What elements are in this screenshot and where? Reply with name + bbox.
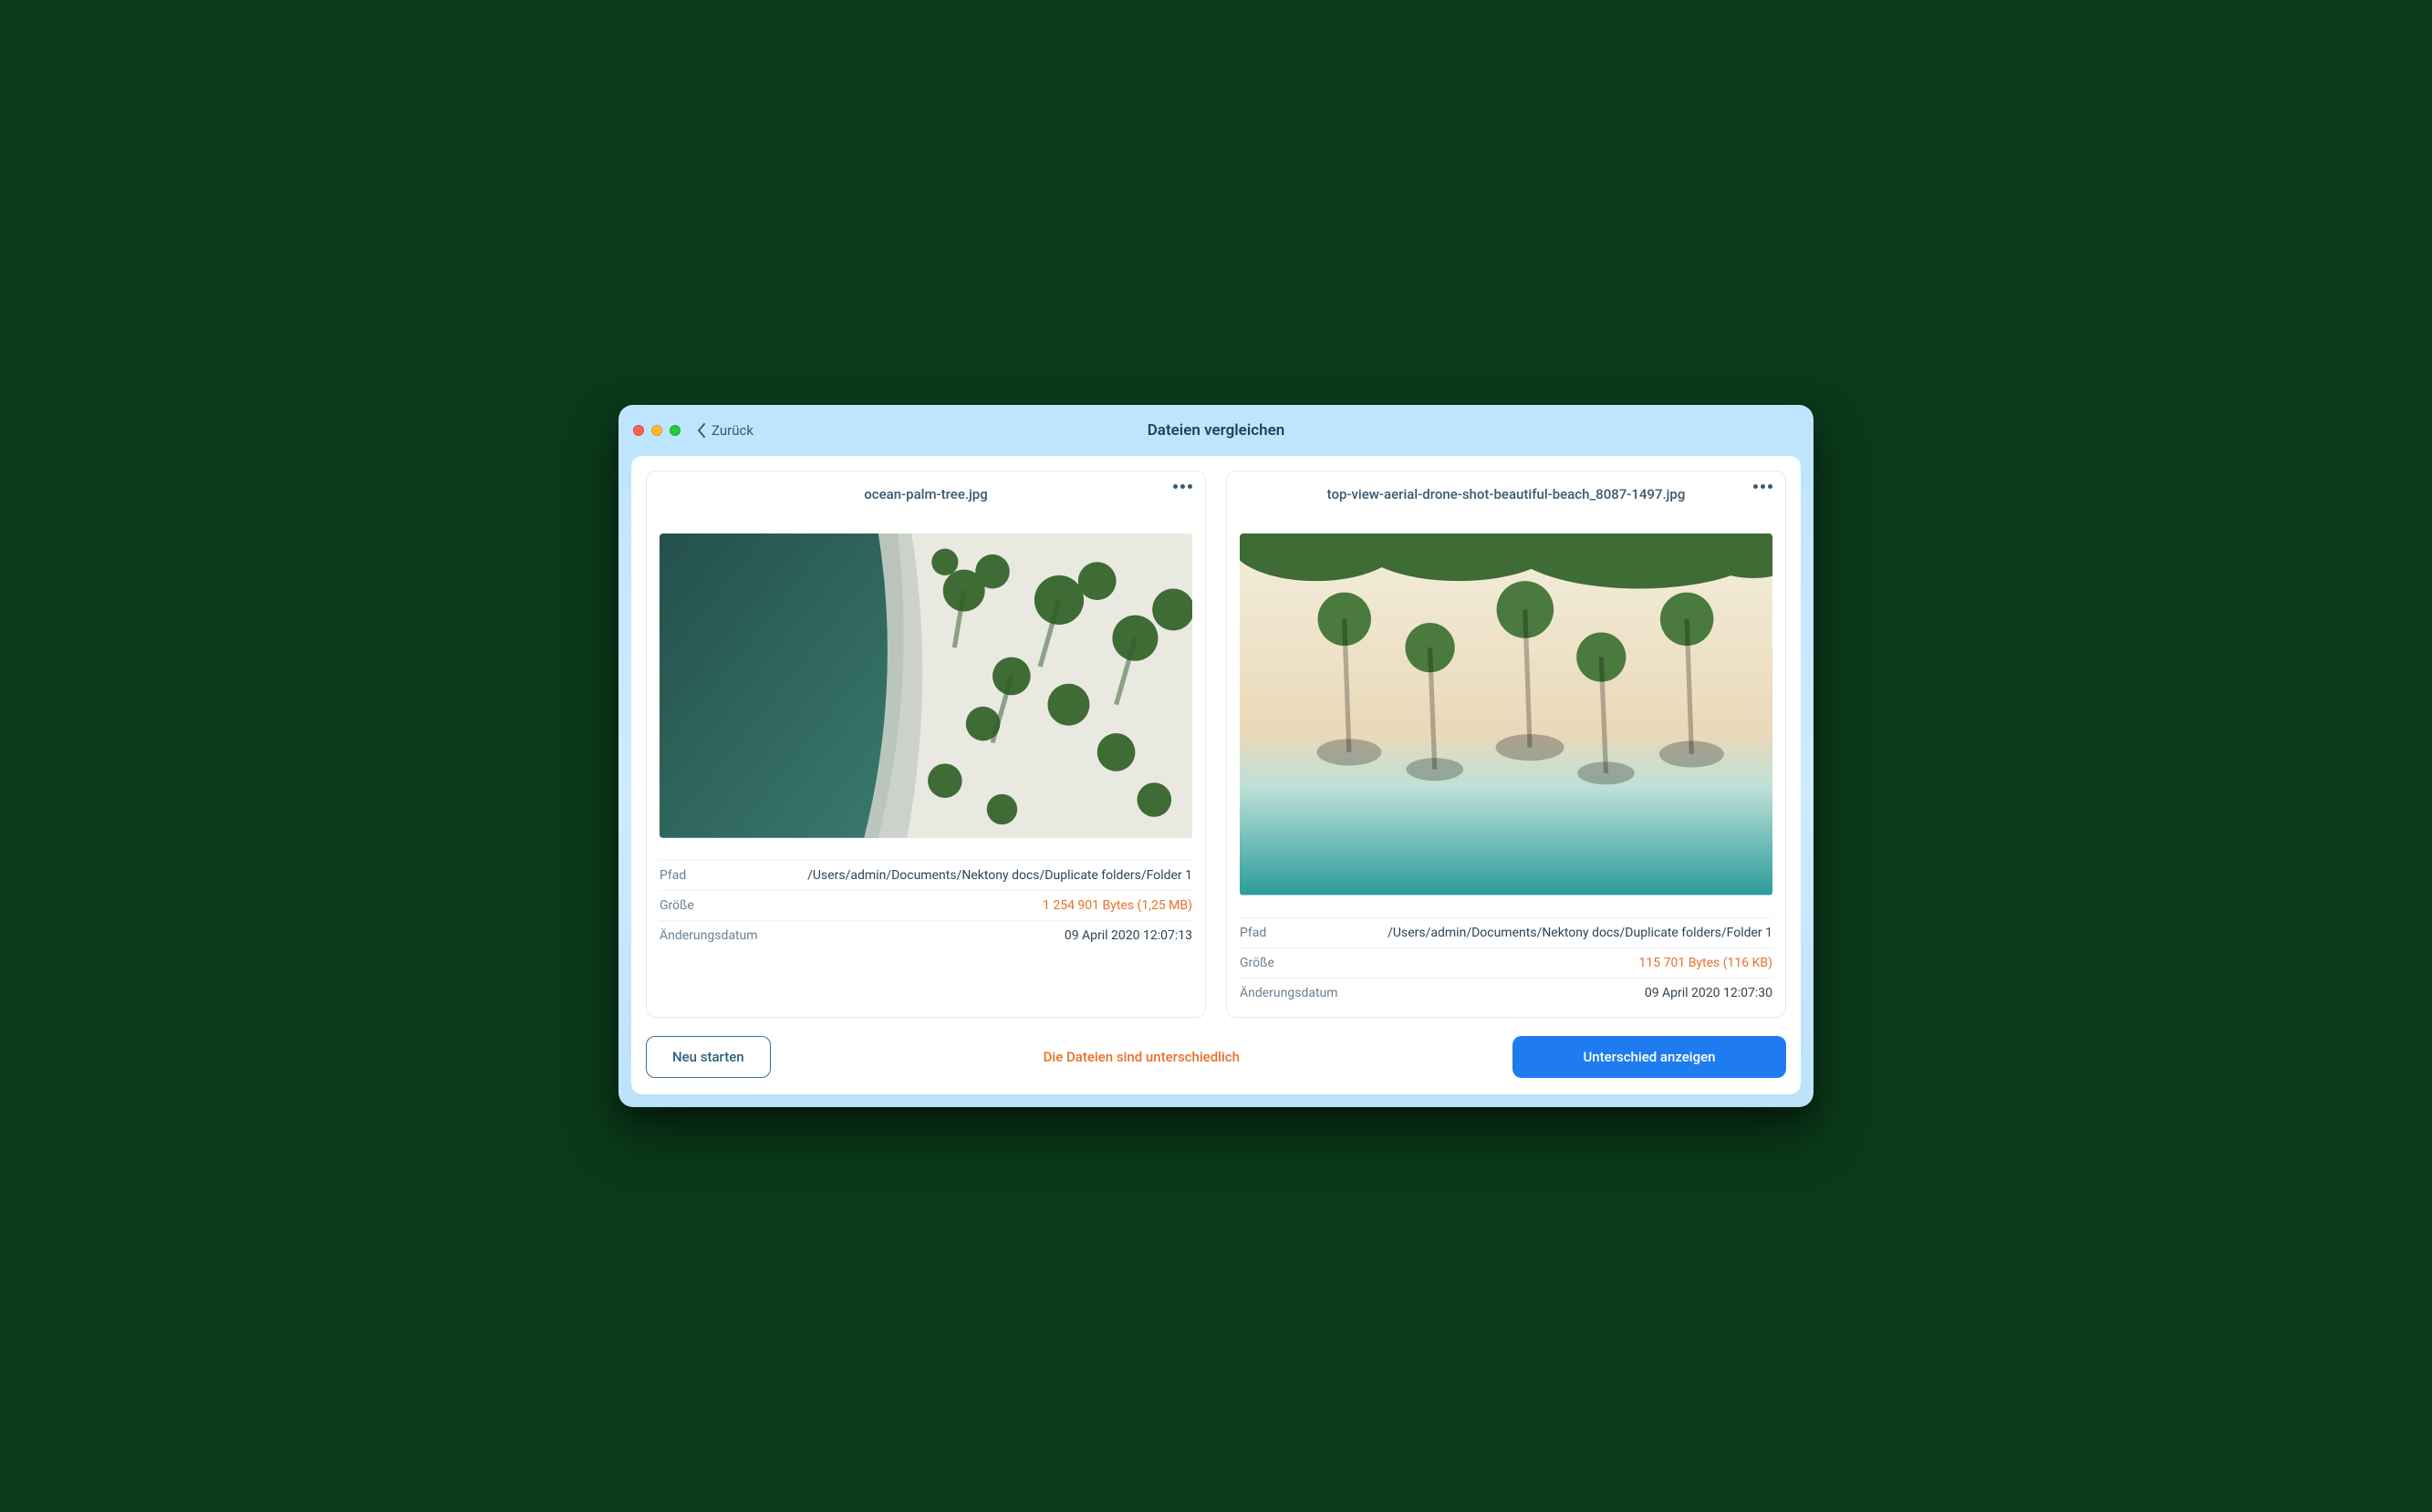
titlebar: Zurück Dateien vergleichen (618, 405, 1814, 456)
card-header: ocean-palm-tree.jpg (660, 484, 1192, 504)
meta-value-size: 115 701 Bytes (116 KB) (1639, 956, 1772, 970)
meta-label-modified: Änderungsdatum (660, 928, 758, 943)
meta-value-modified: 09 April 2020 12:07:30 (1645, 986, 1772, 1000)
file-card-right: top-view-aerial-drone-shot-beautiful-bea… (1226, 471, 1786, 1017)
more-options-button[interactable] (1173, 484, 1192, 489)
meta-label-size: Größe (1240, 956, 1274, 970)
ellipsis-icon (1753, 484, 1758, 489)
meta-label-size: Größe (660, 898, 694, 913)
window-title: Dateien vergleichen (618, 421, 1814, 440)
meta-path-row: Pfad /Users/admin/Documents/Nektony docs… (660, 860, 1192, 890)
file-name: top-view-aerial-drone-shot-beautiful-bea… (1240, 486, 1772, 502)
ellipsis-icon (1768, 484, 1772, 489)
meta-label-path: Pfad (660, 868, 686, 883)
ellipsis-icon (1173, 484, 1178, 489)
meta-label-path: Pfad (1240, 926, 1266, 940)
meta-value-path: /Users/admin/Documents/Nektony docs/Dupl… (1387, 926, 1772, 940)
app-window: Zurück Dateien vergleichen ocean-palm-tr… (618, 405, 1814, 1106)
close-window-button[interactable] (633, 425, 644, 436)
minimize-window-button[interactable] (651, 425, 662, 436)
window-controls (633, 425, 681, 436)
ellipsis-icon (1180, 484, 1185, 489)
compare-cards: ocean-palm-tree.jpg (646, 471, 1786, 1017)
chevron-left-icon (697, 423, 706, 438)
maximize-window-button[interactable] (670, 425, 681, 436)
image-preview (1240, 533, 1772, 895)
file-name: ocean-palm-tree.jpg (660, 486, 1192, 502)
meta-modified-row: Änderungsdatum 09 April 2020 12:07:13 (660, 920, 1192, 950)
back-button[interactable]: Zurück (697, 422, 754, 439)
file-card-left: ocean-palm-tree.jpg (646, 471, 1206, 1017)
restart-button[interactable]: Neu starten (646, 1036, 771, 1078)
show-difference-button[interactable]: Unterschied anzeigen (1512, 1036, 1786, 1078)
ellipsis-icon (1188, 484, 1192, 489)
content-area: ocean-palm-tree.jpg (631, 456, 1801, 1093)
footer-bar: Neu starten Die Dateien sind unterschied… (646, 1036, 1786, 1078)
meta-modified-row: Änderungsdatum 09 April 2020 12:07:30 (1240, 978, 1772, 1008)
meta-size-row: Größe 115 701 Bytes (116 KB) (1240, 948, 1772, 978)
meta-size-row: Größe 1 254 901 Bytes (1,25 MB) (660, 890, 1192, 920)
meta-value-modified: 09 April 2020 12:07:13 (1065, 928, 1192, 943)
more-options-button[interactable] (1753, 484, 1772, 489)
meta-value-path: /Users/admin/Documents/Nektony docs/Dupl… (807, 868, 1192, 883)
ellipsis-icon (1761, 484, 1765, 489)
back-label: Zurück (712, 422, 754, 439)
image-preview (660, 533, 1192, 838)
meta-path-row: Pfad /Users/admin/Documents/Nektony docs… (1240, 917, 1772, 948)
compare-status: Die Dateien sind unterschiedlich (1044, 1049, 1240, 1065)
meta-value-size: 1 254 901 Bytes (1,25 MB) (1043, 898, 1192, 913)
card-header: top-view-aerial-drone-shot-beautiful-bea… (1240, 484, 1772, 504)
meta-label-modified: Änderungsdatum (1240, 986, 1338, 1000)
